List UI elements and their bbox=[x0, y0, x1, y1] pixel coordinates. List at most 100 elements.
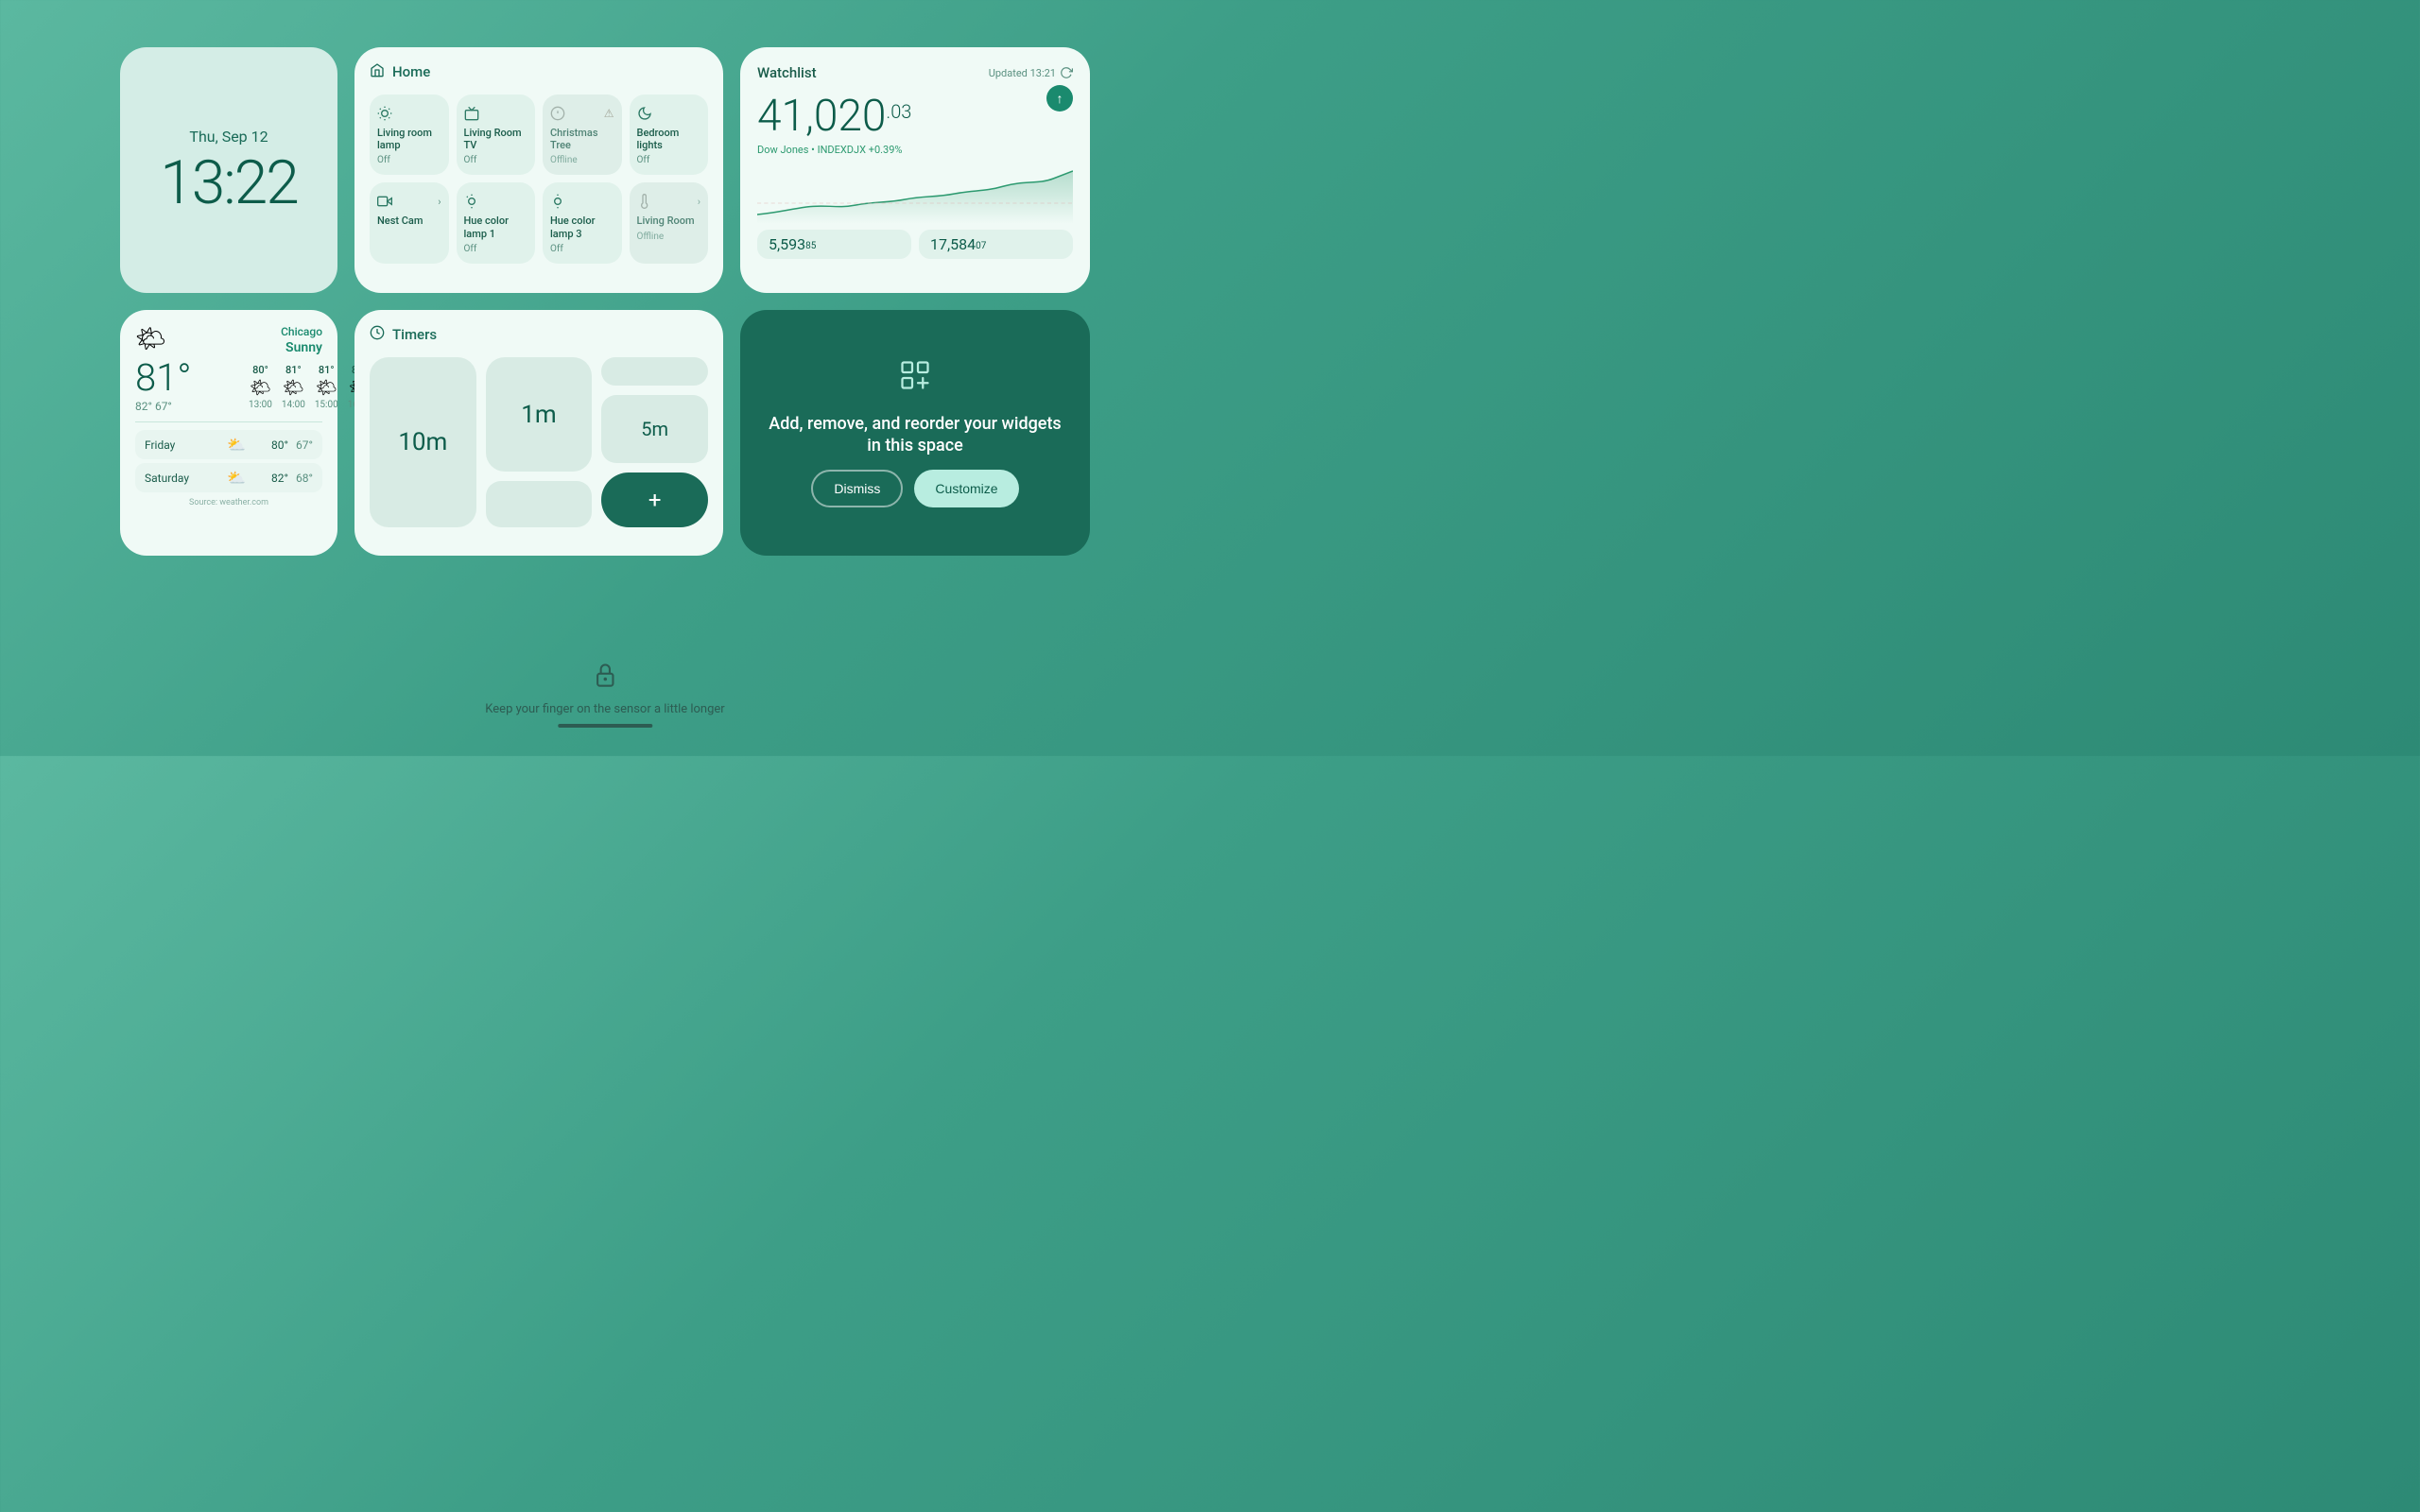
timer-add-button[interactable]: + bbox=[601, 472, 708, 527]
weather-hour-1: 80° 🌤 13:00 bbox=[249, 364, 272, 410]
saturday-temps: 82° 68° bbox=[271, 472, 313, 485]
nestcam-name: Nest Cam bbox=[377, 215, 441, 227]
friday-high: 80° bbox=[271, 438, 288, 452]
friday-low: 67° bbox=[296, 438, 313, 452]
watchlist-title: Watchlist bbox=[757, 64, 817, 81]
timer-col-middle: 1m bbox=[486, 357, 593, 527]
bedroom-status: Off bbox=[637, 155, 701, 165]
tv-icon bbox=[464, 104, 528, 123]
customize-widget: Add, remove, and reorder your widgets in… bbox=[740, 310, 1090, 556]
hour1-temp: 80° bbox=[252, 364, 268, 376]
weather-condition: Sunny bbox=[285, 340, 322, 355]
chart-area bbox=[757, 167, 1073, 224]
forecast-friday: Friday ⛅ 80° 67° bbox=[135, 430, 322, 459]
hue3-name: Hue color lamp 3 bbox=[550, 215, 614, 239]
watchlist-value-1-text: 5,59385 bbox=[769, 235, 900, 253]
home-grid: Living room lamp Off Living Room TV Off bbox=[370, 94, 708, 264]
friday-icon: ⛅ bbox=[227, 436, 246, 454]
weather-source: Source: weather.com bbox=[135, 498, 322, 507]
living-room-chevron: › bbox=[698, 196, 700, 208]
xmas-icon bbox=[550, 104, 565, 123]
home-item-tv[interactable]: Living Room TV Off bbox=[457, 94, 536, 175]
xmas-status: Offline bbox=[550, 155, 614, 165]
hour3-time: 15:00 bbox=[315, 400, 338, 410]
hour3-icon: 🌤 bbox=[316, 378, 337, 398]
watchlist-widget: Watchlist Updated 13:21 41,020 .03 Dow J… bbox=[740, 47, 1090, 293]
home-item-living-lamp[interactable]: Living room lamp Off bbox=[370, 94, 449, 175]
lamp-icon bbox=[377, 104, 441, 123]
home-item-living-room[interactable]: › Living Room Offline bbox=[630, 182, 709, 263]
timer-1m-label: 1m bbox=[521, 401, 556, 429]
timer-small-2 bbox=[601, 357, 708, 386]
weather-divider bbox=[135, 421, 322, 422]
friday-temps: 80° 67° bbox=[271, 438, 313, 452]
nestcam-icon bbox=[377, 192, 392, 211]
dismiss-button[interactable]: Dismiss bbox=[811, 470, 903, 507]
timers-title: Timers bbox=[392, 326, 437, 343]
home-item-bedroom[interactable]: Bedroom lights Off bbox=[630, 94, 709, 175]
home-header: Home bbox=[370, 62, 708, 81]
customize-icon bbox=[898, 358, 932, 400]
hour1-icon: 🌤 bbox=[250, 378, 271, 398]
weather-hour-3: 81° 🌤 15:00 bbox=[315, 364, 338, 410]
xmas-name: Christmas Tree bbox=[550, 127, 614, 151]
timer-add-icon: + bbox=[648, 487, 662, 513]
timer-5m-label: 5m bbox=[641, 418, 668, 440]
hue1-name: Hue color lamp 1 bbox=[464, 215, 528, 239]
customize-text: Add, remove, and reorder your widgets in… bbox=[763, 413, 1067, 457]
bedroom-icon bbox=[637, 104, 701, 123]
saturday-label: Saturday bbox=[145, 472, 201, 485]
timers-header: Timers bbox=[370, 325, 708, 344]
saturday-high: 82° bbox=[271, 472, 288, 485]
clock-time: 13:22 bbox=[160, 153, 297, 214]
forecast-saturday: Saturday ⛅ 82° 68° bbox=[135, 463, 322, 492]
watchlist-up-button[interactable]: ↑ bbox=[1046, 85, 1073, 112]
watchlist-price: 41,020 .03 bbox=[757, 91, 911, 142]
saturday-icon: ⛅ bbox=[227, 469, 246, 487]
home-item-nestcam[interactable]: › Nest Cam bbox=[370, 182, 449, 263]
home-item-hue3[interactable]: Hue color lamp 3 Off bbox=[543, 182, 622, 263]
hue3-status: Off bbox=[550, 244, 614, 254]
home-item-xmas[interactable]: ⚠ Christmas Tree Offline bbox=[543, 94, 622, 175]
timers-grid: 10m 1m 5m + bbox=[370, 357, 708, 527]
watchlist-value-2-text: 17,58407 bbox=[930, 235, 1062, 253]
timer-small-1 bbox=[486, 481, 593, 527]
customize-buttons: Dismiss Customize bbox=[811, 470, 1018, 507]
hour2-time: 14:00 bbox=[282, 400, 305, 410]
saturday-low: 68° bbox=[296, 472, 313, 485]
watchlist-value-2[interactable]: 17,58407 bbox=[919, 230, 1073, 259]
hour2-icon: 🌤 bbox=[283, 378, 304, 398]
bottom-section: Keep your finger on the sensor a little … bbox=[485, 662, 724, 728]
timer-10m-label: 10m bbox=[398, 428, 447, 456]
timer-10m[interactable]: 10m bbox=[370, 357, 476, 527]
watchlist-price-decimal: .03 bbox=[886, 100, 911, 123]
hue1-icon bbox=[464, 192, 528, 211]
timer-5m[interactable]: 5m bbox=[601, 395, 708, 463]
hour2-temp: 81° bbox=[285, 364, 302, 376]
customize-button[interactable]: Customize bbox=[914, 470, 1018, 507]
lock-text: Keep your finger on the sensor a little … bbox=[485, 702, 724, 716]
living-lamp-name: Living room lamp bbox=[377, 127, 441, 151]
tv-name: Living Room TV bbox=[464, 127, 528, 151]
watchlist-index: Dow Jones • INDEXDJX +0.39% bbox=[757, 144, 911, 156]
timer-icon bbox=[370, 325, 385, 344]
bedroom-name: Bedroom lights bbox=[637, 127, 701, 151]
lock-bar bbox=[558, 724, 652, 728]
hue1-status: Off bbox=[464, 244, 528, 254]
timer-1m[interactable]: 1m bbox=[486, 357, 593, 472]
living-room-name: Living Room bbox=[637, 215, 701, 227]
nestcam-chevron: › bbox=[438, 196, 441, 208]
watchlist-value-1[interactable]: 5,59385 bbox=[757, 230, 911, 259]
home-item-hue1[interactable]: Hue color lamp 1 Off bbox=[457, 182, 536, 263]
home-widget: Home Living room lamp Off bbox=[354, 47, 723, 293]
weather-city: Chicago bbox=[281, 325, 322, 338]
lock-icon bbox=[592, 662, 618, 695]
clock-widget: Thu, Sep 12 13:22 bbox=[120, 47, 337, 293]
hour3-temp: 81° bbox=[319, 364, 335, 376]
watchlist-price-main: 41,020 bbox=[757, 91, 886, 142]
clock-date: Thu, Sep 12 bbox=[189, 128, 268, 146]
timers-widget: Timers 10m 1m 5m + bbox=[354, 310, 723, 556]
hour1-time: 13:00 bbox=[249, 400, 272, 410]
watchlist-bottom: 5,59385 17,58407 bbox=[757, 230, 1073, 259]
weather-widget: 🌤 Chicago Sunny 81° 82° 67° 80° 🌤 13:00 … bbox=[120, 310, 337, 556]
